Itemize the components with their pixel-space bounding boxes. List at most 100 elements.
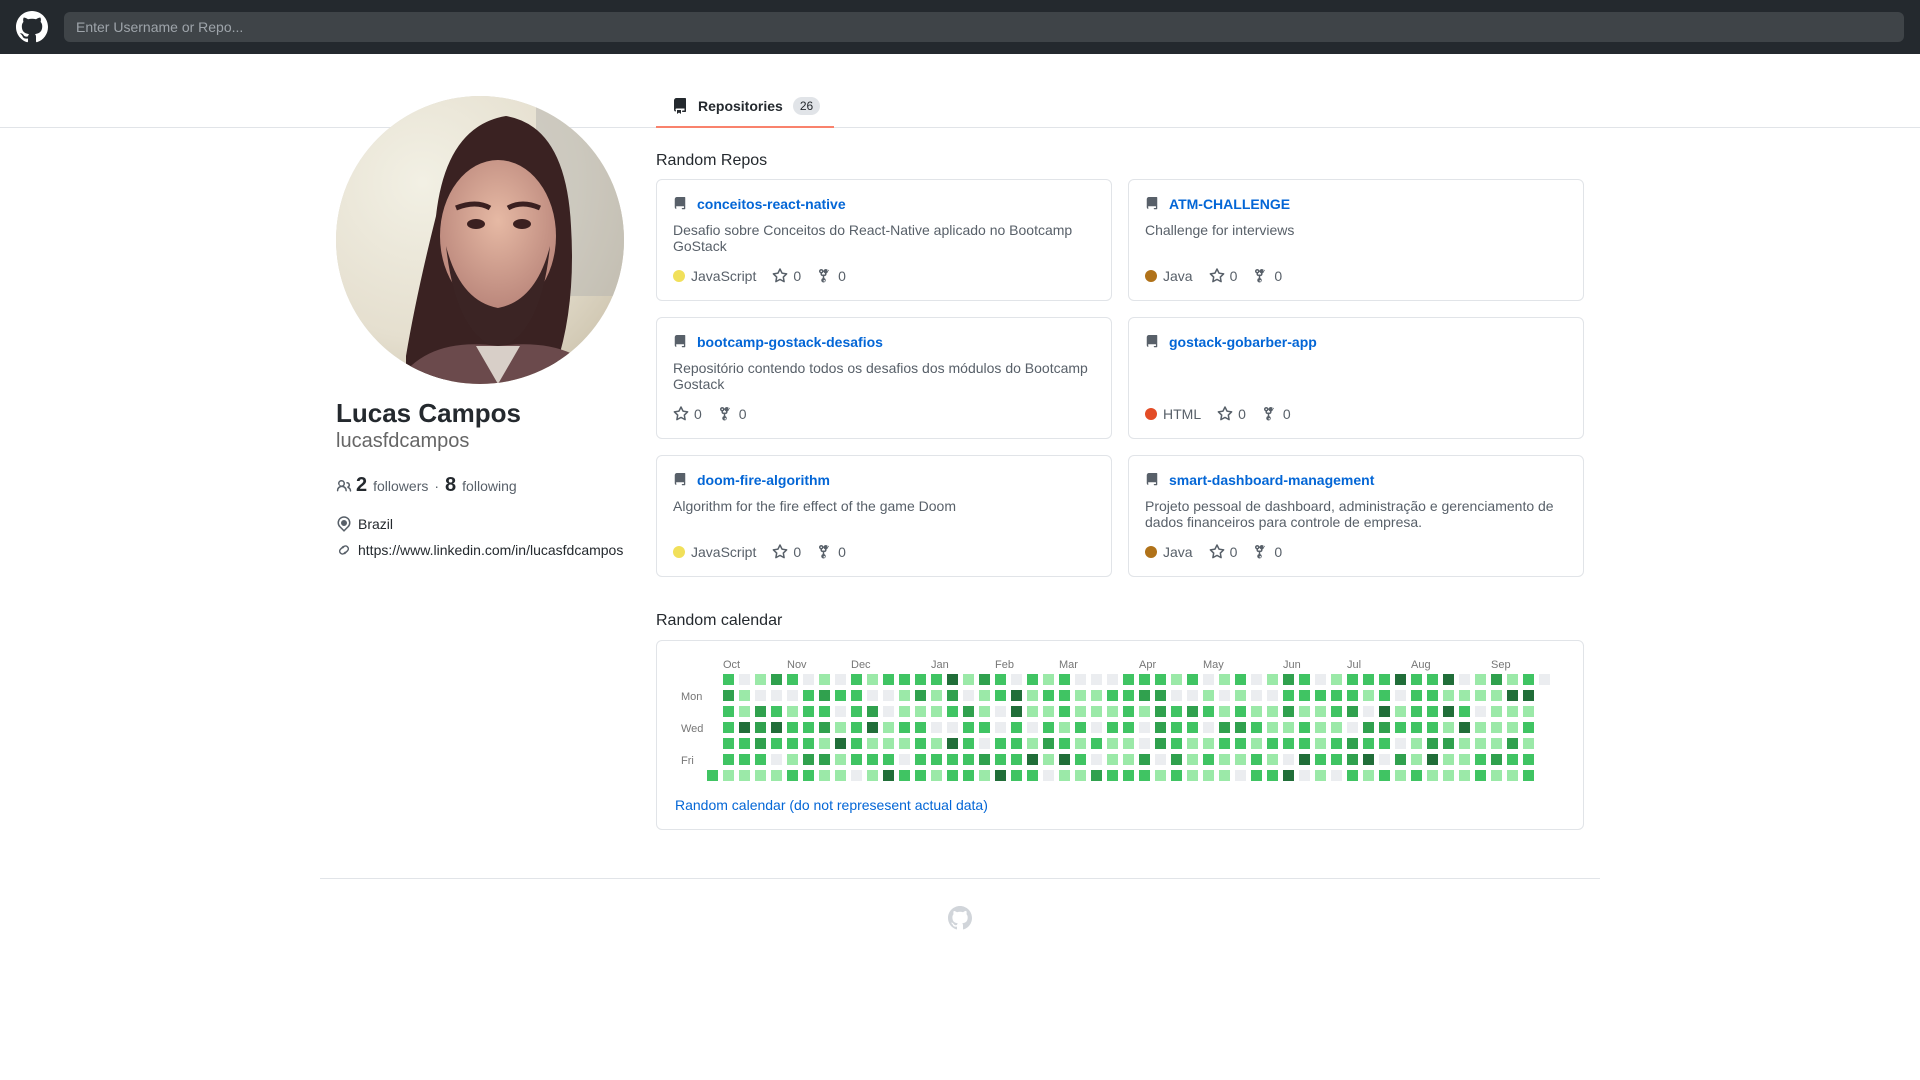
repo-stars-count: 0 — [694, 406, 702, 422]
repo-forks[interactable]: 0 — [1253, 544, 1282, 560]
calendar-day-cell — [707, 770, 718, 781]
repo-stars[interactable]: 0 — [772, 544, 801, 560]
repo-forks[interactable]: 0 — [1262, 406, 1291, 422]
tab-repositories[interactable]: Repositories 26 — [656, 86, 834, 128]
calendar-day-cell — [1219, 770, 1230, 781]
calendar-day-cell — [819, 770, 830, 781]
repo-card-header: ATM-CHALLENGE — [1145, 196, 1567, 212]
calendar-month-label: Sep — [1491, 659, 1511, 671]
repo-card[interactable]: ATM-CHALLENGE Challenge for interviews Jav… — [1128, 179, 1584, 301]
github-footer-logo-icon[interactable] — [948, 906, 972, 930]
calendar-day-cell — [1411, 722, 1422, 733]
following-label[interactable]: following — [462, 478, 516, 494]
calendar-day-cell — [1059, 722, 1070, 733]
calendar-day-cell — [755, 706, 766, 717]
repo-description: Projeto pessoal de dashboard, administra… — [1145, 498, 1554, 530]
following-count[interactable]: 8 — [445, 474, 456, 497]
calendar-day-cell — [1251, 770, 1262, 781]
repo-stars[interactable]: 0 — [1217, 406, 1246, 422]
calendar-day-cell — [1315, 738, 1326, 749]
calendar-day-cell — [1363, 754, 1374, 765]
calendar-month-label: May — [1203, 659, 1224, 671]
calendar-day-cell — [1395, 690, 1406, 701]
calendar-day-cell — [771, 722, 782, 733]
repo-forks[interactable]: 0 — [718, 406, 747, 422]
follow-separator: · — [434, 477, 440, 494]
calendar-day-cell — [835, 770, 846, 781]
calendar-day-cell — [1299, 706, 1310, 717]
calendar-note-link[interactable]: Random calendar (do not represesent actu… — [675, 797, 988, 813]
calendar-day-cell — [1347, 770, 1358, 781]
calendar-day-cell — [1267, 674, 1278, 685]
github-logo-icon[interactable] — [16, 11, 48, 43]
calendar-day-cell — [803, 706, 814, 717]
calendar-day-cell — [963, 770, 974, 781]
calendar-day-cell — [787, 690, 798, 701]
calendar-day-cell — [1123, 738, 1134, 749]
website-link[interactable]: https://www.linkedin.com/in/lucasfdcampo… — [358, 542, 623, 558]
repo-stars[interactable]: 0 — [772, 268, 801, 284]
followers-count[interactable]: 2 — [356, 474, 367, 497]
calendar-day-cell — [1011, 674, 1022, 685]
calendar-day-cell — [1075, 722, 1086, 733]
calendar-day-cell — [1427, 738, 1438, 749]
calendar-day-cell — [1283, 738, 1294, 749]
calendar-day-cell — [963, 754, 974, 765]
calendar-month-label: Jul — [1347, 659, 1361, 671]
repo-card[interactable]: bootcamp-gostack-desafios Repositório con… — [656, 317, 1112, 439]
calendar-day-cell — [867, 690, 878, 701]
repo-forks-count: 0 — [738, 406, 747, 422]
repo-meta: Java 0 0 — [1145, 544, 1298, 560]
calendar-day-cell — [1395, 706, 1406, 717]
repo-stars[interactable]: 0 — [673, 406, 702, 422]
repo-name-link[interactable]: doom-fire-algorithm — [697, 472, 830, 488]
repo-name-link[interactable]: conceitos-react-native — [697, 196, 846, 212]
repo-name-link[interactable]: ATM-CHALLENGE — [1169, 196, 1290, 212]
repo-card[interactable]: doom-fire-algorithm Algorithm for the fir… — [656, 455, 1112, 577]
search-input[interactable] — [64, 12, 1904, 42]
repo-name-link[interactable]: smart-dashboard-management — [1169, 472, 1374, 488]
repo-card[interactable]: conceitos-react-native Desafio sobre Conc… — [656, 179, 1112, 301]
repo-stars[interactable]: 0 — [1209, 268, 1237, 284]
calendar-day-cell — [1235, 706, 1246, 717]
calendar-day-cell — [1155, 706, 1166, 717]
calendar-day-cell — [1107, 754, 1118, 765]
calendar-day-cell — [1059, 674, 1070, 685]
calendar-day-cell — [1171, 690, 1182, 701]
calendar-day-cell — [1203, 690, 1214, 701]
calendar-day-cell — [723, 754, 734, 765]
repo-forks[interactable]: 0 — [1253, 268, 1282, 284]
calendar-day-cell — [931, 770, 942, 781]
calendar-day-cell — [1267, 706, 1278, 717]
calendar-day-cell — [1475, 690, 1486, 701]
calendar-day-cell — [1347, 754, 1358, 765]
calendar-day-cell — [1011, 770, 1022, 781]
calendar-day-cell — [723, 770, 734, 781]
calendar-day-cell — [835, 722, 846, 733]
calendar-day-cell — [1411, 690, 1422, 701]
repo-name-link[interactable]: bootcamp-gostack-desafios — [697, 334, 883, 350]
calendar-day-cell — [1139, 690, 1150, 701]
repo-card[interactable]: gostack-gobarber-app HTML 0 0 — [1128, 317, 1584, 439]
calendar-day-cell — [739, 722, 750, 733]
repo-forks[interactable]: 0 — [817, 268, 846, 284]
repo-card[interactable]: smart-dashboard-management Projeto pessoa… — [1128, 455, 1584, 577]
calendar-day-cell — [1187, 690, 1198, 701]
contribution-calendar: Oct Nov Dec Jan Feb Mar Apr May Jun Jul Aug Sep Mon W… — [681, 659, 1550, 781]
profile-website[interactable]: https://www.linkedin.com/in/lucasfdcampo… — [336, 542, 626, 558]
location-pin-icon — [337, 516, 351, 532]
calendar-day-label: Fri — [681, 755, 694, 767]
repo-icon — [674, 98, 686, 114]
calendar-day-cell — [835, 738, 846, 749]
footer-divider — [320, 878, 1600, 879]
repo-forks[interactable]: 0 — [817, 544, 846, 560]
calendar-day-cell — [963, 738, 974, 749]
calendar-day-cell — [1235, 674, 1246, 685]
repo-stars[interactable]: 0 — [1209, 544, 1237, 560]
followers-label[interactable]: followers — [373, 478, 428, 494]
calendar-day-cell — [1091, 706, 1102, 717]
repo-meta: JavaScript 0 0 — [673, 544, 862, 560]
calendar-day-cell — [1523, 674, 1534, 685]
calendar-day-cell — [1235, 722, 1246, 733]
repo-name-link[interactable]: gostack-gobarber-app — [1169, 334, 1317, 350]
